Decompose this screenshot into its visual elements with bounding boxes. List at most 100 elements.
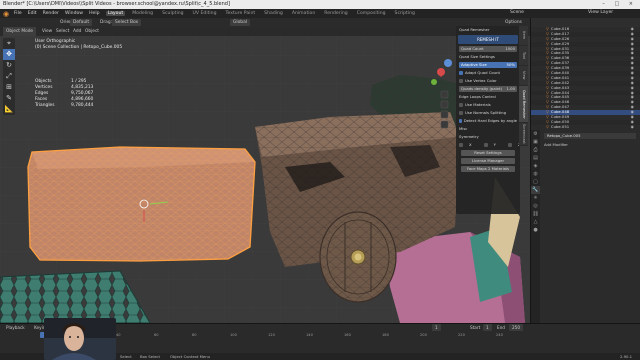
view-layer-selector[interactable]: View Layer [588,10,613,15]
tab-screencast[interactable]: Screencast [519,123,528,145]
workspace-tab-rendering[interactable]: Rendering [322,11,349,16]
end-frame-field[interactable]: 250 [509,324,523,331]
tab-view[interactable]: View [519,66,528,85]
orientation-dropdown[interactable]: Default [70,19,93,26]
active-collection: (0) Scene Collection | Retopo_Cube.005 [35,45,123,50]
output-props-icon[interactable]: ⎙ [531,146,540,154]
visibility-eye-icon[interactable]: ◉ [631,124,634,130]
license-manager-button[interactable]: License Manager [461,158,515,164]
mesh-object-icon: ▽ [546,40,549,46]
view-layer-props-icon[interactable]: ▤ [531,154,540,162]
webcam-overlay [44,318,116,360]
ruler-tick-label: 180 [382,333,389,337]
detect-hard-edges-checkbox[interactable]: Detect Hard Edges by angle [459,118,517,124]
tab-item[interactable]: Item [519,26,528,45]
world-props-icon[interactable]: ◍ [531,170,540,178]
tab-tool[interactable]: Tool [519,46,528,65]
ruler-tick-label: 40 [116,333,121,337]
3d-viewport[interactable]: Object Mode View Select Add Object ⌖ ✥ ↻… [0,27,530,323]
adapt-quad-count-checkbox[interactable]: Adapt Quad Count [459,70,517,76]
quad-count-field[interactable]: Quad Count 1000 [459,46,517,52]
status-select: Select [120,354,132,359]
workspace-tab-animation[interactable]: Animation [290,11,317,16]
use-vertex-color-checkbox[interactable]: Use Vertex Color [459,78,517,84]
status-context-menu: Object Context Menu [170,354,211,359]
object-name-field[interactable]: Retopo_Cube.005 [544,133,636,139]
symmetry-y-checkbox[interactable]: Y [483,142,502,148]
panel-title[interactable]: Quad Remesher [456,26,520,34]
move-icon[interactable]: ✥ [3,49,15,60]
checkbox-icon [459,111,463,115]
add-modifier-dropdown[interactable]: Add Modifier [544,142,568,147]
use-normals-checkbox[interactable]: Use Normals Splitting [459,110,517,116]
workspace-tab-modeling[interactable]: Modeling [130,11,155,16]
reset-settings-button[interactable]: Reset Settings [461,150,515,156]
window-controls[interactable]: – □ × [602,0,637,9]
menu-window[interactable]: Window [65,11,83,16]
outliner-item-label: Cube.051 [550,123,570,129]
current-frame-field[interactable]: 1 [432,324,441,331]
rotate-icon[interactable]: ↻ [3,60,15,71]
menu-select[interactable]: Select [56,27,69,36]
end-label: End [497,325,505,330]
symmetry-label: Symmetry [459,134,479,139]
menu-object[interactable]: Object [85,27,99,36]
mode-dropdown[interactable]: Object Mode [3,27,37,36]
stat-row: Triangles 9,780,444 [35,103,94,108]
symmetry-x-checkbox[interactable]: X [459,142,478,148]
material-props-icon[interactable]: ● [531,226,540,234]
start-frame-field[interactable]: 1 [483,324,492,331]
tab-quad-remesher[interactable]: Quad Remesher [519,86,528,122]
blender-logo-icon[interactable]: ◉ [3,10,11,18]
viewport-overlay-info: User Orthographic (0) Scene Collection |… [35,39,122,51]
blender-window: Blender* [C:\Users\DMI\Videos\\Split Vid… [0,0,640,360]
quad-remesher-brand[interactable]: REMESH IT [458,35,518,44]
use-materials-checkbox[interactable]: Use Materials [459,102,517,108]
sidebar-tabs: Item Tool View Quad Remesher Screencast [519,26,528,146]
constraints-props-icon[interactable]: ⛓ [531,210,540,218]
scene-props-icon[interactable]: ◈ [531,162,540,170]
measure-icon[interactable]: 📐 [3,104,15,115]
object-props-icon[interactable]: ▢ [531,178,540,186]
outliner-item[interactable]: ▽ Cube.051 ◉ [531,123,640,130]
menu-render[interactable]: Render [43,11,59,16]
drag-label: Drag: [100,20,113,25]
playback-menu[interactable]: Playback [6,324,25,331]
scene-selector[interactable]: Scene [510,10,524,15]
tool-props-icon[interactable]: ⚙ [531,130,540,138]
render-props-icon[interactable]: ▣ [531,138,540,146]
quad-remesher-panel: Quad Remesher REMESH IT Quad Count 1000 Q… [456,26,520,214]
adaptive-size-slider[interactable]: Adaptive Size 50% [459,62,517,68]
quad-size-settings-header[interactable]: Quad Size Settings [459,54,517,60]
transform-icon[interactable]: ⊞ [3,82,15,93]
data-props-icon[interactable]: △ [531,218,540,226]
ruler-tick-label: 60 [154,333,159,337]
menu-file[interactable]: File [14,11,22,16]
edge-loops-header[interactable]: Edge Loops Control [459,94,517,100]
cursor-icon[interactable]: ⌖ [3,38,15,49]
viewport-header: Object Mode View Select Add Object [0,27,530,36]
workspace-tab-shading[interactable]: Shading [262,11,285,16]
workspace-tab-scripting[interactable]: Scripting [393,11,417,16]
workspace-tab-texture-paint[interactable]: Texture Paint [224,11,258,16]
particles-props-icon[interactable]: ✳ [531,194,540,202]
annotate-icon[interactable]: ✎ [3,93,15,104]
ruler-tick-label: 240 [496,333,503,337]
workspace-tab-sculpting[interactable]: Sculpting [160,11,185,16]
workspace-tab-uv-editing[interactable]: UV Editing [191,11,219,16]
transform-pivot-dropdown[interactable]: Global [230,19,251,26]
workspace-tab-layout[interactable]: Layout [105,11,126,16]
tool-header: Orientation: Default Drag: Select Box Gl… [0,18,530,27]
menu-help[interactable]: Help [89,11,99,16]
drag-dropdown[interactable]: Select Box [112,19,142,26]
menu-view[interactable]: View [42,27,52,36]
scale-icon[interactable]: ⤢ [3,71,15,82]
modifier-props-icon[interactable]: 🔧 [531,186,540,194]
misc-header[interactable]: Misc [459,126,517,132]
physics-props-icon[interactable]: ◎ [531,202,540,210]
face-maps-button[interactable]: Face Maps 2 Materials [461,166,515,172]
workspace-tab-compositing[interactable]: Compositing [355,11,388,16]
quads-density-field[interactable]: Quads density (paint) 1.00 [459,86,517,92]
menu-edit[interactable]: Edit [28,11,37,16]
menu-add[interactable]: Add [73,27,81,36]
